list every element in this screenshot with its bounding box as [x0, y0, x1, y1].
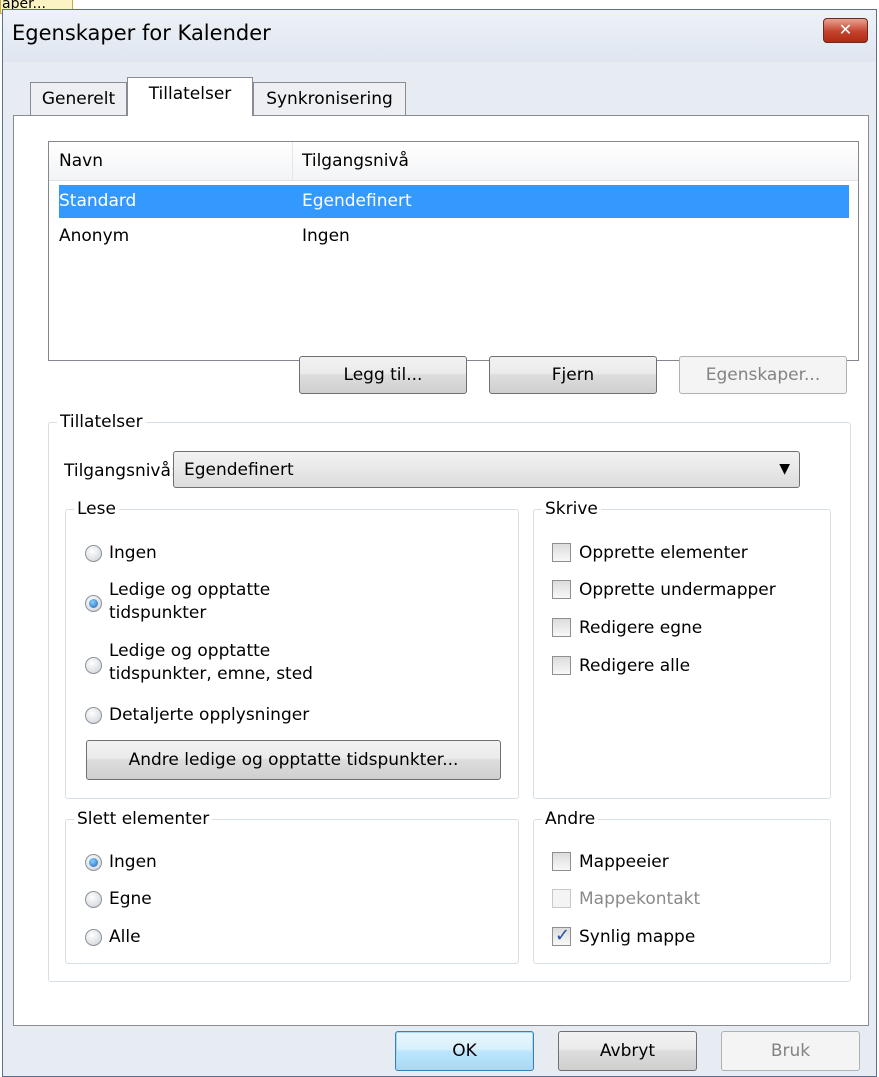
access-level-label: Tilgangsnivå: [64, 461, 177, 481]
column-divider[interactable] [292, 142, 293, 180]
read-full-details-radio[interactable] [85, 707, 102, 724]
folder-contact-label: Mappekontakt [579, 889, 701, 909]
edit-all-label[interactable]: Redigere alle [579, 655, 690, 677]
read-freebusy-detailed-label-line1[interactable]: Ledige og opptatte [109, 640, 270, 662]
delete-own-label[interactable]: Egne [109, 888, 152, 910]
column-header-tilgangsniva[interactable]: Tilgangsnivå [302, 151, 409, 171]
create-subfolders-label[interactable]: Opprette undermapper [579, 579, 776, 601]
read-full-details-label[interactable]: Detaljerte opplysninger [109, 704, 309, 726]
create-items-checkbox[interactable] [552, 543, 571, 562]
remove-button[interactable]: Fjern [489, 356, 657, 394]
permissions-group-title: Tillatelser [57, 411, 146, 433]
delete-all-radio[interactable] [85, 929, 102, 946]
close-button[interactable]: ✕ [823, 18, 868, 43]
apply-button[interactable]: Bruk [721, 1031, 860, 1071]
visible-folder-label[interactable]: Synlig mappe [579, 926, 695, 948]
list-row-anonym[interactable]: Anonym Ingen [59, 220, 849, 253]
delete-own-radio[interactable] [85, 891, 102, 908]
other-group-title: Andre [542, 808, 599, 830]
read-freebusy-detailed-label-line2[interactable]: tidspunkter, emne, sted [109, 663, 313, 685]
tab-label: Tillatelser [148, 84, 232, 104]
tab-tillatelser[interactable]: Tillatelser [127, 77, 253, 116]
cancel-button[interactable]: Avbryt [558, 1031, 697, 1071]
tab-label: Generelt [41, 89, 116, 109]
read-freebusy-label-line1[interactable]: Ledige og opptatte [109, 579, 270, 601]
create-items-label[interactable]: Opprette elementer [579, 542, 748, 564]
delete-all-label[interactable]: Alle [109, 926, 141, 948]
ok-button[interactable]: OK [395, 1031, 534, 1071]
read-freebusy-detailed-radio[interactable] [85, 657, 102, 674]
list-header: Navn Tilgangsnivå [49, 142, 858, 181]
row-name: Standard [59, 191, 137, 211]
close-icon: ✕ [838, 20, 853, 39]
tab-generelt[interactable]: Generelt [30, 82, 127, 116]
title-bar: Egenskaper for Kalender ✕ [3, 10, 876, 62]
row-level: Ingen [302, 226, 350, 246]
read-freebusy-label-line2[interactable]: tidspunkter [109, 602, 206, 624]
properties-button[interactable]: Egenskaper... [679, 356, 847, 394]
folder-contact-checkbox [552, 889, 571, 908]
read-group-title: Lese [74, 498, 119, 520]
column-header-navn[interactable]: Navn [59, 151, 103, 171]
properties-dialog: Egenskaper for Kalender ✕ Generelt Tilla… [2, 9, 877, 1077]
edit-all-checkbox[interactable] [552, 656, 571, 675]
visible-folder-checkbox[interactable] [552, 925, 571, 946]
delete-none-radio[interactable] [85, 854, 102, 871]
delete-none-label[interactable]: Ingen [109, 851, 157, 873]
create-subfolders-checkbox[interactable] [552, 580, 571, 599]
dialog-title: Egenskaper for Kalender [12, 21, 271, 45]
read-freebusy-radio[interactable] [85, 595, 102, 612]
chevron-down-icon: ▼ [779, 461, 790, 477]
delete-group-title: Slett elementer [74, 808, 213, 830]
folder-owner-checkbox[interactable] [552, 852, 571, 871]
tab-label: Synkronisering [266, 89, 393, 109]
permission-list[interactable]: Navn Tilgangsnivå Standard Egendefinert … [48, 141, 859, 361]
list-row-standard[interactable]: Standard Egendefinert [59, 185, 849, 218]
access-level-value: Egendefinert [184, 460, 294, 480]
add-button[interactable]: Legg til... [299, 356, 467, 394]
tab-page-tillatelser: Navn Tilgangsnivå Standard Egendefinert … [13, 115, 869, 1026]
tab-synkronisering[interactable]: Synkronisering [253, 82, 406, 116]
edit-own-label[interactable]: Redigere egne [579, 617, 702, 639]
read-none-label[interactable]: Ingen [109, 542, 157, 564]
write-group-title: Skrive [542, 498, 601, 520]
edit-own-checkbox[interactable] [552, 618, 571, 637]
read-none-radio[interactable] [85, 545, 102, 562]
other-freebusy-button[interactable]: Andre ledige og opptatte tidspunkter... [86, 740, 501, 780]
row-level: Egendefinert [302, 191, 412, 211]
row-name: Anonym [59, 226, 130, 246]
folder-owner-label[interactable]: Mappeeier [579, 851, 669, 873]
access-level-dropdown[interactable]: Egendefinert ▼ [173, 451, 800, 488]
